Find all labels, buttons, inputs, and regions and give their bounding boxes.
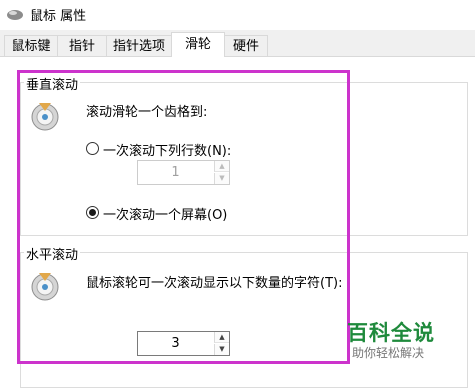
chars-up-button[interactable]: ▲ (214, 332, 229, 343)
lines-value: 1 (171, 165, 180, 180)
title-bar: 鼠标 属性 (0, 0, 475, 30)
lines-stepper[interactable]: 1 ▲ ▼ (137, 160, 230, 185)
window-title: 鼠标 属性 (30, 9, 87, 24)
vertical-description: 滚动滑轮一个齿格到: (86, 105, 208, 120)
watermark-subtitle: 助你轻松解决 (352, 346, 425, 360)
radio-scroll-screen-label[interactable]: 一次滚动一个屏幕(O) (103, 204, 227, 223)
mouse-wheel-icon (31, 273, 59, 301)
tab-buttons[interactable]: 鼠标键 (4, 35, 58, 56)
horizontal-scrolling-label: 水平滚动 (24, 244, 81, 263)
lines-up-button[interactable]: ▲ (214, 161, 229, 172)
vertical-scrolling-label: 垂直滚动 (24, 74, 81, 93)
tab-pointers[interactable]: 指针 (57, 35, 107, 56)
chars-value: 3 (171, 336, 180, 351)
horizontal-description: 鼠标滚轮可一次滚动显示以下数量的字符(T): (86, 276, 343, 291)
chars-stepper[interactable]: 3 ▲ ▼ (137, 331, 230, 356)
chars-down-button[interactable]: ▼ (214, 344, 229, 355)
tab-hardware[interactable]: 硬件 (224, 35, 268, 56)
tab-wheel[interactable]: 滑轮 (171, 32, 225, 57)
mouse-wheel-icon (31, 103, 59, 131)
tab-pointer-options[interactable]: 指针选项 (106, 35, 172, 56)
lines-down-button[interactable]: ▼ (214, 173, 229, 184)
radio-scroll-lines[interactable] (86, 142, 99, 155)
mouse-icon (7, 10, 23, 20)
radio-scroll-lines-label[interactable]: 一次滚动下列行数(N): (103, 140, 231, 159)
watermark-title: 百科全说 (347, 321, 435, 345)
tab-strip: 鼠标键 指针 指针选项 滑轮 硬件 (0, 32, 475, 57)
radio-scroll-screen[interactable] (86, 206, 99, 219)
